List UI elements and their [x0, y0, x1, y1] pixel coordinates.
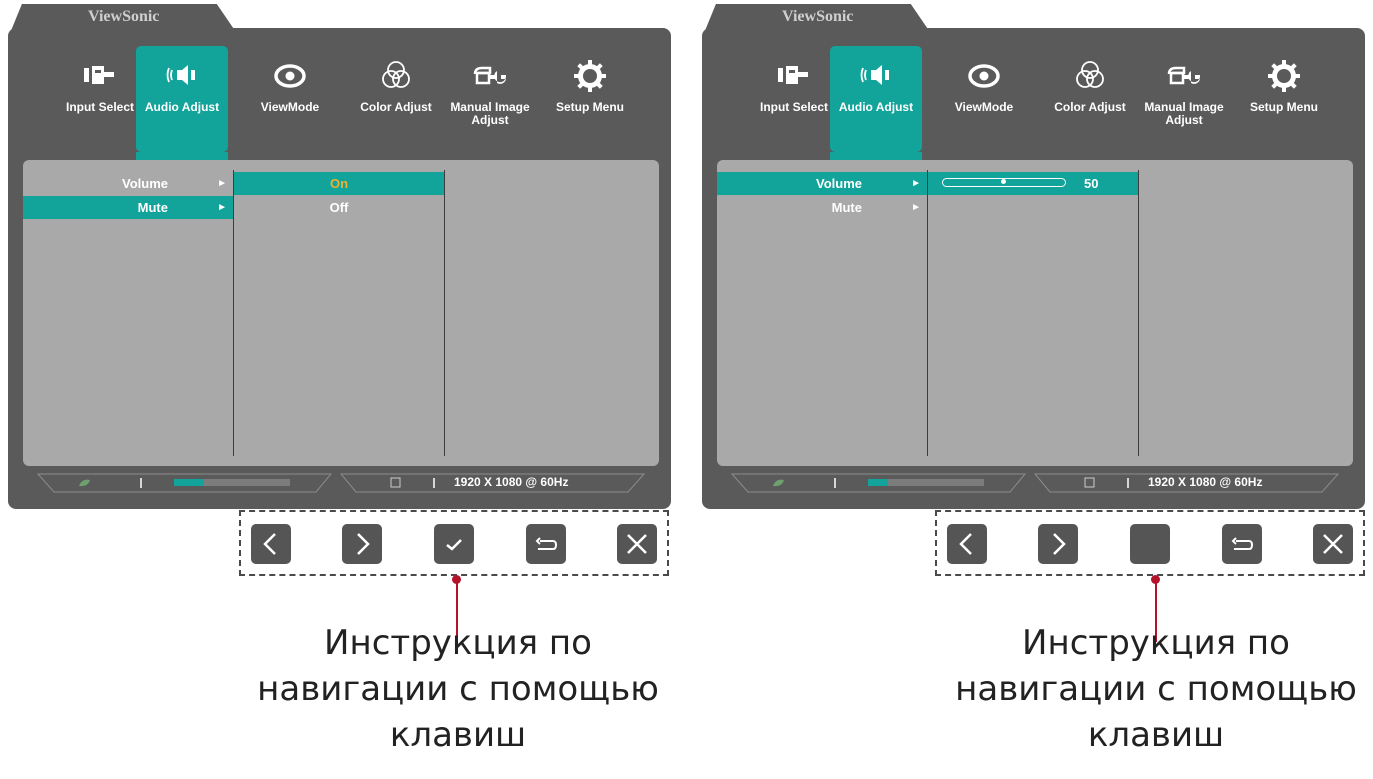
menu-tabs: Input Select Audio Adjust ViewMode Color… — [748, 46, 1348, 152]
option-off[interactable]: Off — [234, 196, 444, 219]
nav-close-button[interactable] — [617, 524, 657, 564]
chevron-right-icon — [357, 533, 370, 555]
tab-viewmode[interactable]: ViewMode — [244, 46, 336, 152]
blank-icon — [1130, 524, 1170, 564]
speaker-icon — [860, 65, 889, 85]
chevron-left-icon — [263, 533, 276, 555]
column-divider — [444, 170, 445, 456]
submenu-arrow-icon: ► — [911, 178, 921, 189]
nav-confirm-button[interactable] — [434, 524, 474, 564]
column-divider — [1138, 170, 1139, 456]
tab-viewmode[interactable]: ViewMode — [938, 46, 1030, 152]
link-icon — [390, 477, 401, 488]
submenu-label: Volume — [122, 176, 168, 191]
tab-setup-menu[interactable]: Setup Menu — [1238, 46, 1330, 152]
submenu-item-volume[interactable]: Volume ► — [717, 172, 927, 195]
tab-manual-image-adjust[interactable]: Manual Image Adjust — [444, 46, 536, 152]
chevron-left-icon — [959, 533, 972, 555]
nav-right-button[interactable] — [342, 524, 382, 564]
tab-label: Setup Menu — [1250, 100, 1318, 114]
tab-color-adjust[interactable]: Color Adjust — [1044, 46, 1136, 152]
tab-label: Setup Menu — [556, 100, 624, 114]
osd-left: ViewSonic Input Select Audio Adjust View… — [8, 0, 671, 510]
link-icon — [1084, 477, 1095, 488]
status-bar: 1920 X 1080 @ 60Hz — [36, 473, 648, 493]
status-bar: 1920 X 1080 @ 60Hz — [730, 473, 1342, 493]
hand-wrench-icon — [473, 66, 507, 85]
volume-value: 50 — [1084, 176, 1099, 191]
tab-label: ViewMode — [954, 100, 1014, 114]
input-select-icon — [84, 66, 114, 84]
submenu-item-volume[interactable]: Volume ► — [23, 172, 233, 195]
hand-wrench-icon — [1167, 66, 1201, 85]
resolution-text: 1920 X 1080 @ 60Hz — [1148, 475, 1263, 489]
tab-setup-menu[interactable]: Setup Menu — [544, 46, 636, 152]
key-navigation-guide-left — [239, 510, 669, 576]
close-icon — [1323, 534, 1343, 554]
nav-close-button[interactable] — [1313, 524, 1353, 564]
volume-slider-knob[interactable] — [1001, 179, 1006, 184]
submenu-label: Mute — [831, 200, 862, 215]
nav-return-button[interactable] — [526, 524, 566, 564]
menu-tabs: Input Select Audio Adjust ViewMode Color… — [54, 46, 654, 152]
tab-label: Manual Image Adjust — [450, 100, 530, 127]
nav-right-button[interactable] — [1038, 524, 1078, 564]
close-icon — [627, 534, 647, 554]
key-navigation-guide-right — [935, 510, 1365, 576]
brand-logo: ViewSonic — [782, 8, 854, 25]
color-circles-icon — [1076, 61, 1104, 88]
tab-label: Input Select — [759, 100, 828, 114]
nav-blank-button[interactable] — [1130, 524, 1170, 564]
tab-label: Input Select — [65, 100, 134, 114]
tab-label: ViewMode — [260, 100, 320, 114]
submenu-label: Mute — [137, 200, 168, 215]
submenu-arrow-icon: ► — [217, 178, 227, 189]
speaker-icon — [166, 65, 195, 85]
tab-label: Audio Adjust — [838, 100, 914, 114]
osd-right: ViewSonic Input Select Audio Adjust View… — [702, 0, 1365, 510]
tab-input-select[interactable]: Input Select — [54, 46, 146, 152]
tab-label: Manual Image Adjust — [1144, 100, 1224, 127]
tab-label: Audio Adjust — [144, 100, 220, 114]
tab-manual-image-adjust[interactable]: Manual Image Adjust — [1138, 46, 1230, 152]
brand-logo: ViewSonic — [88, 8, 160, 25]
volume-slider[interactable] — [942, 178, 1066, 187]
active-tab-extension — [830, 152, 922, 160]
active-tab-extension — [136, 152, 228, 160]
caption-left: Инструкция по навигации с помощью клавиш — [257, 623, 659, 755]
tab-label: Color Adjust — [360, 100, 432, 114]
volume-slider-row[interactable]: 50 — [928, 172, 1138, 195]
return-icon — [1231, 537, 1254, 550]
submenu-arrow-icon: ► — [911, 202, 921, 213]
nav-return-button[interactable] — [1222, 524, 1262, 564]
gear-icon — [1268, 60, 1300, 92]
checkmark-icon — [446, 539, 462, 551]
submenu-label: Volume — [816, 176, 862, 191]
eye-icon — [274, 64, 306, 88]
column-divider — [927, 170, 928, 456]
tab-audio-adjust[interactable]: Audio Adjust — [830, 46, 922, 152]
chevron-right-icon — [1053, 533, 1066, 555]
submenu-item-mute[interactable]: Mute ► — [23, 196, 233, 219]
option-on[interactable]: On — [234, 172, 444, 195]
resolution-text: 1920 X 1080 @ 60Hz — [454, 475, 569, 489]
submenu-arrow-icon: ► — [217, 202, 227, 213]
tab-audio-adjust[interactable]: Audio Adjust — [136, 46, 228, 152]
submenu-panel: Volume ► Mute ► On Off — [23, 160, 659, 466]
return-icon — [535, 537, 558, 550]
eye-icon — [968, 64, 1000, 88]
nav-left-button[interactable] — [251, 524, 291, 564]
caption-right: Инструкция по навигации с помощью клавиш — [955, 623, 1357, 755]
submenu-panel: Volume ► Mute ► 50 — [717, 160, 1353, 466]
eco-leaf-icon — [773, 479, 784, 487]
eco-leaf-icon — [79, 479, 90, 487]
tab-label: Color Adjust — [1054, 100, 1126, 114]
color-circles-icon — [382, 61, 410, 88]
tab-color-adjust[interactable]: Color Adjust — [350, 46, 442, 152]
gear-icon — [574, 60, 606, 92]
submenu-item-mute[interactable]: Mute ► — [717, 196, 927, 219]
nav-left-button[interactable] — [947, 524, 987, 564]
input-select-icon — [778, 66, 808, 84]
tab-input-select[interactable]: Input Select — [748, 46, 840, 152]
